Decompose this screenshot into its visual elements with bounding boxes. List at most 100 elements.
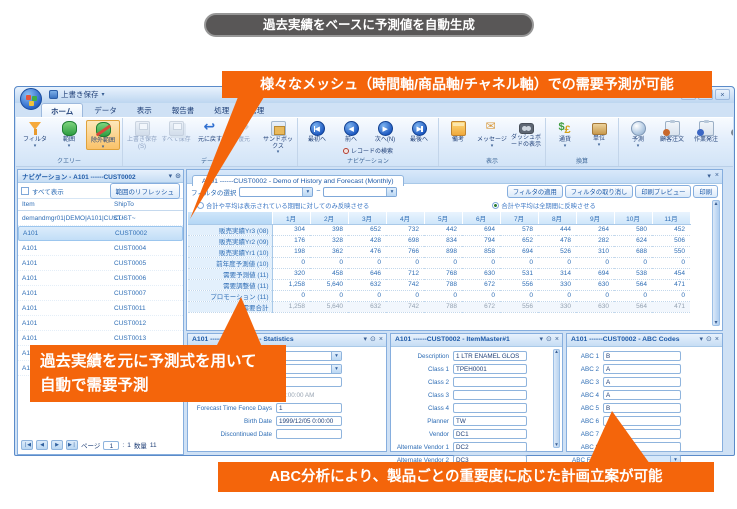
grid-cell[interactable]: 712: [386, 268, 424, 279]
ribbon-button-unit-box[interactable]: 単位▾: [582, 120, 616, 147]
pin-icon[interactable]: ⊙: [706, 334, 712, 346]
range-to-combobox[interactable]: [323, 187, 397, 197]
ribbon-button-undo[interactable]: 元に戻す: [193, 120, 227, 144]
field-input[interactable]: [453, 403, 527, 413]
grid-cell[interactable]: 898: [424, 246, 462, 257]
grid-cell[interactable]: 310: [576, 246, 614, 257]
list-item[interactable]: A101CUST0005: [18, 256, 183, 271]
grid-cell[interactable]: 698: [386, 235, 424, 246]
grid-cell[interactable]: 624: [614, 235, 652, 246]
filter-action-button-0[interactable]: フィルタの適用: [507, 185, 563, 198]
grid-cell[interactable]: 330: [538, 301, 576, 312]
list-item[interactable]: A101CUST0002: [18, 226, 183, 241]
grid-cell[interactable]: 471: [652, 301, 690, 312]
pager-first-button[interactable]: ❘◀: [21, 440, 33, 450]
grid-cell[interactable]: 476: [348, 246, 386, 257]
ribbon-button-nav-next[interactable]: 次へ(N): [368, 120, 402, 144]
grid-cell[interactable]: 5,640: [310, 301, 348, 312]
field-input[interactable]: A: [603, 377, 681, 387]
panel-close-icon[interactable]: ×: [555, 334, 559, 346]
field-input[interactable]: TPEH0001: [453, 364, 527, 374]
grid-cell[interactable]: 330: [538, 279, 576, 290]
document-vertical-scrollbar[interactable]: [712, 200, 720, 326]
show-all-checkbox[interactable]: [21, 187, 29, 195]
grid-cell[interactable]: 0: [538, 257, 576, 268]
grid-row-label[interactable]: 販売実績Yr2 (09): [188, 235, 272, 246]
grid-cell[interactable]: 328: [310, 235, 348, 246]
close-button[interactable]: ×: [715, 89, 730, 100]
tab-2[interactable]: 表示: [128, 103, 161, 117]
panel-menu-caret-icon[interactable]: ▾: [540, 334, 544, 346]
grid-cell[interactable]: 556: [500, 279, 538, 290]
ribbon-button-sandbox[interactable]: サンドボックス▾: [261, 120, 295, 154]
grid-cell[interactable]: 0: [348, 290, 386, 301]
grid-cell[interactable]: 0: [272, 257, 310, 268]
grid-cell[interactable]: 444: [538, 224, 576, 235]
grid-cell[interactable]: 858: [462, 246, 500, 257]
filter-action-button-2[interactable]: 印刷プレビュー: [635, 185, 691, 198]
tab-1[interactable]: データ: [85, 103, 126, 117]
panel-menu-caret-icon[interactable]: ▾: [700, 334, 704, 346]
grid-cell[interactable]: 564: [614, 279, 652, 290]
ribbon-button-nav-first[interactable]: 最初へ: [300, 120, 334, 144]
grid-cell[interactable]: 694: [576, 268, 614, 279]
grid-cell[interactable]: 531: [500, 268, 538, 279]
grid-cell[interactable]: 630: [462, 268, 500, 279]
field-input[interactable]: [603, 416, 681, 426]
grid-cell[interactable]: 526: [538, 246, 576, 257]
field-input[interactable]: 1: [276, 403, 342, 413]
grid-cell[interactable]: 694: [500, 246, 538, 257]
grid-cell[interactable]: 538: [614, 268, 652, 279]
ribbon-button-range-db[interactable]: 範囲▾: [52, 120, 86, 148]
list-item[interactable]: A101CUST0007: [18, 286, 183, 301]
grid-cell[interactable]: 0: [310, 290, 348, 301]
itemmaster-scrollbar[interactable]: [553, 349, 560, 448]
month-column-header[interactable]: 6月: [462, 212, 500, 224]
grid-cell[interactable]: 0: [576, 290, 614, 301]
pager-prev-button[interactable]: ◀: [36, 440, 48, 450]
document-menu-caret-icon[interactable]: ▾: [707, 172, 711, 180]
grid-cell[interactable]: 0: [424, 257, 462, 268]
grid-row-label[interactable]: 需要予測値 (11): [188, 268, 272, 279]
grid-cell[interactable]: 794: [462, 235, 500, 246]
grid-cell[interactable]: 282: [576, 235, 614, 246]
grid-cell[interactable]: 0: [576, 257, 614, 268]
grid-cell[interactable]: 0: [462, 257, 500, 268]
panel-close-icon[interactable]: ×: [379, 334, 383, 346]
pager-page-input[interactable]: 1: [103, 441, 119, 450]
tab-0[interactable]: ホーム: [41, 103, 83, 117]
grid-cell[interactable]: 646: [348, 268, 386, 279]
grid-cell[interactable]: 834: [424, 235, 462, 246]
grid-row-label[interactable]: 販売実績Yr1 (10): [188, 246, 272, 257]
grid-cell[interactable]: 788: [424, 279, 462, 290]
grid-cell[interactable]: 0: [462, 290, 500, 301]
range-from-combobox[interactable]: [239, 187, 313, 197]
pin-icon[interactable]: ⊙: [175, 172, 181, 180]
grid-cell[interactable]: 442: [424, 224, 462, 235]
grid-cell[interactable]: 0: [500, 257, 538, 268]
grid-cell[interactable]: 478: [538, 235, 576, 246]
field-input[interactable]: DC2: [453, 442, 527, 452]
quick-access-toolbar[interactable]: 上書き保存 ▾: [49, 89, 105, 100]
grid-cell[interactable]: 694: [462, 224, 500, 235]
grid-cell[interactable]: 550: [652, 246, 690, 257]
grid-cell[interactable]: 506: [652, 235, 690, 246]
pin-icon[interactable]: ⊙: [546, 334, 552, 346]
grid-cell[interactable]: 742: [386, 279, 424, 290]
grid-cell[interactable]: 0: [614, 257, 652, 268]
grid-cell[interactable]: 314: [538, 268, 576, 279]
month-column-header[interactable]: 10月: [614, 212, 652, 224]
radio-button-icon[interactable]: [492, 202, 499, 209]
grid-cell[interactable]: 652: [500, 235, 538, 246]
grid-cell[interactable]: 452: [652, 224, 690, 235]
panel-menu-caret-icon[interactable]: ▾: [364, 334, 368, 346]
field-input[interactable]: DC1: [453, 429, 527, 439]
tab-4[interactable]: 処理: [205, 103, 238, 117]
month-column-header[interactable]: 2月: [310, 212, 348, 224]
grid-cell[interactable]: 580: [614, 224, 652, 235]
grid-row-label[interactable]: 販売実績Yr3 (08): [188, 224, 272, 235]
field-input[interactable]: B: [603, 403, 681, 413]
filter-action-button-3[interactable]: 印刷: [693, 185, 718, 198]
grid-cell[interactable]: 672: [462, 301, 500, 312]
grid-cell[interactable]: 176: [272, 235, 310, 246]
